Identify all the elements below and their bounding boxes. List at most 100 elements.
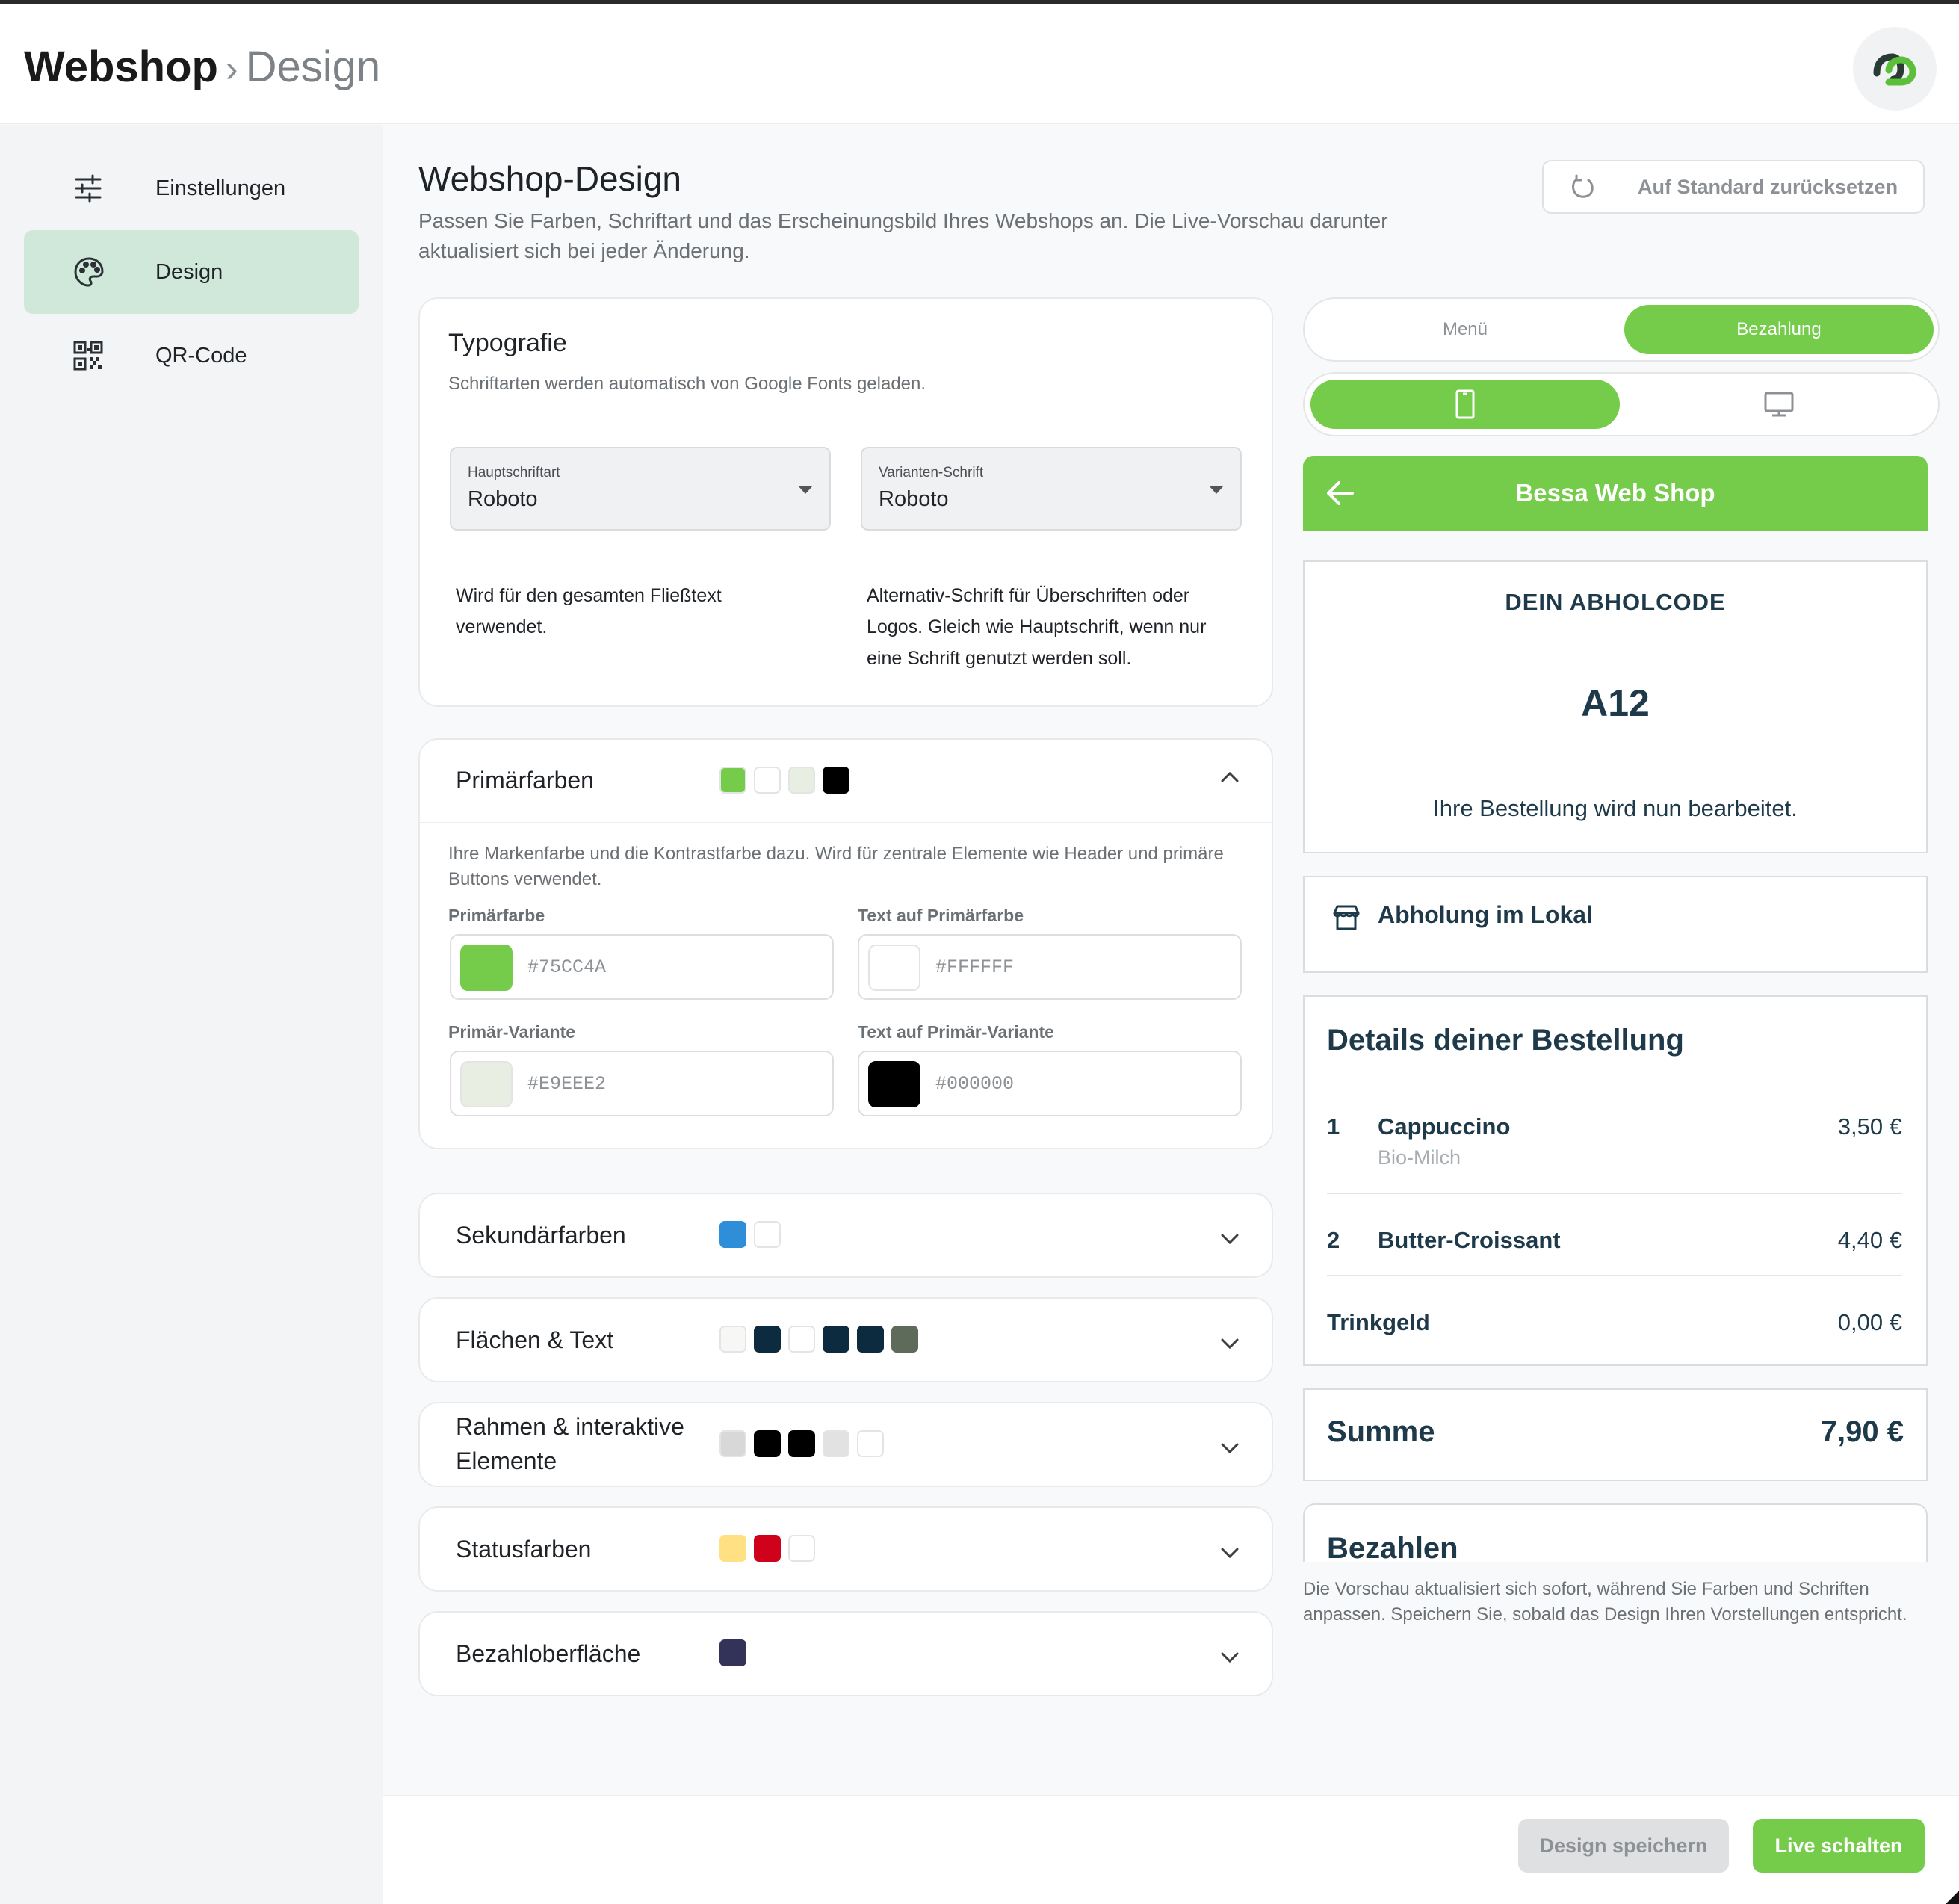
color-swatch [719,1535,746,1562]
primary-color-label: Primärfarbe [448,906,545,925]
accordion-divider [420,822,1272,823]
text-on-primary-variant-label: Text auf Primär-Variante [858,1022,1054,1042]
tip-label: Trinkgeld [1327,1309,1430,1335]
color-swatch [754,1430,781,1457]
sidebar-item-label: Einstellungen [155,176,286,200]
color-swatch [891,1326,918,1353]
color-swatch [788,1430,815,1457]
payment-ui-swatches [719,1639,746,1666]
breadcrumb-separator: › [225,48,238,90]
resize-corner [1946,1891,1959,1904]
color-swatch [754,767,781,794]
color-swatch [788,1326,815,1353]
caret-down-icon [798,486,813,494]
primary-variant-field[interactable]: #E9EEE2 [450,1051,834,1116]
item-name: Cappuccino [1378,1113,1511,1140]
color-swatch [719,1639,746,1666]
primary-swatches [719,767,849,794]
color-hex-value: #75CC4A [527,956,607,978]
item-name: Butter-Croissant [1378,1227,1561,1253]
variant-font-help: Alternativ-Schrift für Überschriften ode… [867,585,1207,669]
main-font-label: Hauptschriftart [468,465,560,480]
color-swatch [788,1535,815,1562]
pickup-code: A12 [1581,682,1650,724]
color-swatch [719,1221,746,1248]
typography-title: Typografie [448,329,567,357]
status-swatches [719,1535,815,1562]
preview-device-switch [1303,372,1940,436]
item-quantity: 2 [1327,1227,1340,1253]
save-design-button[interactable]: Design speichern [1518,1819,1729,1873]
chevron-down-icon[interactable] [1219,1336,1241,1351]
tip-price: 0,00 € [1837,1309,1902,1335]
order-details-box: Details deiner Bestellung 1 Cappuccino B… [1303,995,1928,1366]
reset-label: Auf Standard zurücksetzen [1638,175,1898,198]
chevron-down-icon[interactable] [1219,1650,1241,1665]
reset-to-default-button[interactable]: Auf Standard zurücksetzen [1542,160,1925,214]
mobile-view-button[interactable] [1310,380,1620,429]
main-font-value: Roboto [468,487,538,511]
desktop-view-button[interactable] [1624,380,1934,429]
color-swatch [754,1535,781,1562]
brand-logo-icon [1873,53,1916,86]
qr-code-icon [73,341,130,371]
variant-font-select[interactable]: Varianten-Schrift Roboto [861,447,1242,531]
color-swatch [754,1221,781,1248]
sliders-icon [73,173,130,203]
sidebar-item-design[interactable]: Design [24,230,359,314]
color-swatch [823,1326,849,1353]
breadcrumb: Webshop › Design [24,37,380,99]
total-value: 7,90 € [1820,1415,1904,1448]
palette-icon [73,256,130,288]
preview-shop-title: Bessa Web Shop [1515,479,1715,507]
breadcrumb-webshop[interactable]: Webshop [24,43,218,91]
primary-color-field[interactable]: #75CC4A [450,934,834,1000]
chevron-down-icon[interactable] [1219,1545,1241,1560]
live-preview: Bessa Web Shop DEIN ABHOLCODE A12 Ihre B… [1303,456,1928,1562]
user-avatar[interactable] [1853,27,1937,111]
surfaces-text-swatches [719,1326,918,1353]
item-quantity: 1 [1327,1113,1340,1140]
caret-down-icon [1209,486,1224,494]
smartphone-icon [1455,389,1475,419]
delivery-method-label: Abholung im Lokal [1378,901,1593,928]
variant-font-label: Varianten-Schrift [879,465,984,480]
main-font-select[interactable]: Hauptschriftart Roboto [450,447,831,531]
text-on-primary-variant-field[interactable]: #000000 [858,1051,1242,1116]
item-option: Bio-Milch [1378,1146,1461,1169]
chevron-down-icon[interactable] [1219,1231,1241,1246]
row-divider [1327,1275,1902,1276]
store-icon [1333,905,1360,930]
payment-title: Bezahlen [1327,1532,1458,1562]
payment-box: Bezahlen [1303,1503,1928,1562]
color-swatch [719,767,746,794]
tab-bezahlung[interactable]: Bezahlung [1624,305,1934,354]
app-header: Webshop › Design [0,4,1959,124]
order-details-title: Details deiner Bestellung [1327,1024,1684,1057]
item-price: 4,40 € [1837,1227,1902,1253]
sidebar-item-label: QR-Code [155,343,247,368]
color-hex-value: #000000 [935,1073,1015,1095]
sidebar-item-qr-code[interactable]: QR-Code [24,314,359,398]
color-chip[interactable] [868,945,920,991]
color-swatch [857,1326,884,1353]
color-chip[interactable] [460,1061,513,1107]
text-on-primary-label: Text auf Primärfarbe [858,906,1024,925]
text-on-primary-field[interactable]: #FFFFFF [858,934,1242,1000]
color-chip[interactable] [460,945,513,991]
breadcrumb-design: Design [245,43,381,91]
color-swatch [788,767,815,794]
primary-variant-label: Primär-Variante [448,1022,576,1042]
color-chip[interactable] [868,1061,920,1107]
secondary-colors-title: Sekundärfarben [456,1222,626,1249]
tab-menu[interactable]: Menü [1310,305,1620,354]
color-swatch [823,767,849,794]
row-divider [1327,1193,1902,1194]
primary-colors-title[interactable]: Primärfarben [456,763,594,797]
sidebar-item-einstellungen[interactable]: Einstellungen [24,146,359,230]
pickup-code-box: DEIN ABHOLCODE A12 Ihre Bestellung wird … [1303,560,1928,853]
chevron-down-icon[interactable] [1219,1441,1241,1456]
chevron-up-icon[interactable] [1219,770,1241,785]
secondary-swatches [719,1221,781,1248]
go-live-button[interactable]: Live schalten [1753,1819,1925,1873]
